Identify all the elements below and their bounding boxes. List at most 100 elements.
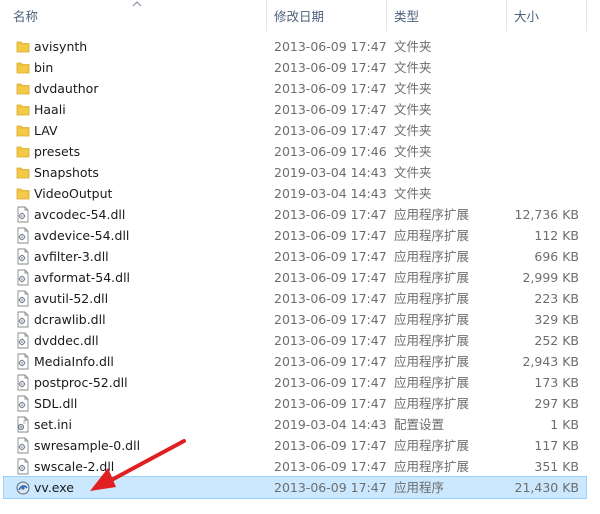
file-type: 文件夹 [394, 81, 432, 96]
file-name: dvdauthor [34, 81, 99, 96]
file-row[interactable]: set.ini 2019-03-04 14:43 配置设置 1 KB [0, 414, 590, 435]
dll-file-icon [16, 290, 30, 307]
file-size: 112 KB [534, 228, 579, 243]
file-size: 329 KB [534, 312, 579, 327]
file-name: swresample-0.dll [34, 438, 141, 453]
file-modified-date: 2013-06-09 17:47 [274, 102, 387, 117]
column-divider[interactable] [266, 0, 267, 31]
file-row[interactable]: postproc-52.dll 2013-06-09 17:47 应用程序扩展 173… [0, 372, 590, 393]
file-name: LAV [34, 123, 58, 138]
file-modified-date: 2013-06-09 17:47 [274, 270, 387, 285]
file-type: 应用程序扩展 [394, 312, 470, 327]
file-type: 文件夹 [394, 165, 432, 180]
file-modified-date: 2013-06-09 17:46 [274, 144, 387, 159]
column-divider[interactable] [506, 0, 507, 31]
file-row[interactable]: vv.exe 2013-06-09 17:47 应用程序 21,430 KB [3, 476, 587, 499]
file-row[interactable]: MediaInfo.dll 2013-06-09 17:47 应用程序扩展 2,943… [0, 351, 590, 372]
file-row[interactable]: swscale-2.dll 2013-06-09 17:47 应用程序扩展 351 K… [0, 456, 590, 477]
file-type: 应用程序扩展 [394, 375, 470, 390]
file-row[interactable]: SDL.dll 2013-06-09 17:47 应用程序扩展 297 KB [0, 393, 590, 414]
file-row[interactable]: VideoOutput 2019-03-04 14:43 文件夹 [0, 183, 590, 204]
file-size: 21,430 KB [514, 480, 579, 495]
file-modified-date: 2013-06-09 17:47 [274, 459, 387, 474]
file-row[interactable]: presets 2013-06-09 17:46 文件夹 [0, 141, 590, 162]
file-type: 应用程序扩展 [394, 270, 470, 285]
file-modified-date: 2013-06-09 17:47 [274, 123, 387, 138]
column-divider[interactable] [586, 0, 587, 31]
app-exe-icon [16, 479, 30, 496]
file-name: swscale-2.dll [34, 459, 115, 474]
file-row[interactable]: LAV 2013-06-09 17:47 文件夹 [0, 120, 590, 141]
file-size: 351 KB [534, 459, 579, 474]
sort-ascending-caret-icon [132, 1, 142, 7]
folder-icon [16, 101, 30, 118]
column-divider[interactable] [386, 0, 387, 31]
dll-file-icon [16, 395, 30, 412]
file-modified-date: 2019-03-04 14:43 [274, 165, 387, 180]
file-row[interactable]: Haali 2013-06-09 17:47 文件夹 [0, 99, 590, 120]
file-type: 应用程序扩展 [394, 438, 470, 453]
file-name: avutil-52.dll [34, 291, 109, 306]
file-modified-date: 2013-06-09 17:47 [274, 291, 387, 306]
file-name: Haali [34, 102, 66, 117]
settings-file-icon [16, 416, 30, 433]
file-name: SDL.dll [34, 396, 78, 411]
file-modified-date: 2013-06-09 17:47 [274, 396, 387, 411]
vertical-scrollbar[interactable] [590, 0, 600, 514]
file-size: 223 KB [534, 291, 579, 306]
file-type: 应用程序扩展 [394, 228, 470, 243]
file-row[interactable]: avcodec-54.dll 2013-06-09 17:47 应用程序扩展 12,7… [0, 204, 590, 225]
file-type: 应用程序扩展 [394, 333, 470, 348]
file-row[interactable]: avisynth 2013-06-09 17:47 文件夹 [0, 36, 590, 57]
column-header-name[interactable]: 名称 [13, 0, 38, 31]
file-name: dcrawlib.dll [34, 312, 106, 327]
file-modified-date: 2013-06-09 17:47 [274, 438, 387, 453]
file-modified-date: 2013-06-09 17:47 [274, 81, 387, 96]
file-type: 应用程序扩展 [394, 396, 470, 411]
folder-icon [16, 80, 30, 97]
file-row[interactable]: swresample-0.dll 2013-06-09 17:47 应用程序扩展 11… [0, 435, 590, 456]
dll-file-icon [16, 353, 30, 370]
file-row[interactable]: avformat-54.dll 2013-06-09 17:47 应用程序扩展 2,9… [0, 267, 590, 288]
file-row[interactable]: avdevice-54.dll 2013-06-09 17:47 应用程序扩展 112… [0, 225, 590, 246]
file-type: 文件夹 [394, 39, 432, 54]
file-name: set.ini [34, 417, 72, 432]
dll-file-icon [16, 458, 30, 475]
file-modified-date: 2013-06-09 17:47 [274, 228, 387, 243]
dll-file-icon [16, 248, 30, 265]
file-name: avdevice-54.dll [34, 228, 130, 243]
file-row[interactable]: dcrawlib.dll 2013-06-09 17:47 应用程序扩展 329 KB [0, 309, 590, 330]
file-row[interactable]: dvdauthor 2013-06-09 17:47 文件夹 [0, 78, 590, 99]
file-size: 12,736 KB [514, 207, 579, 222]
file-row[interactable]: Snapshots 2019-03-04 14:43 文件夹 [0, 162, 590, 183]
folder-icon [16, 143, 30, 160]
file-type: 配置设置 [394, 417, 445, 432]
file-name: dvddec.dll [34, 333, 99, 348]
file-name: avisynth [34, 39, 88, 54]
folder-icon [16, 164, 30, 181]
file-type: 文件夹 [394, 186, 432, 201]
file-size: 117 KB [534, 438, 579, 453]
column-header-type[interactable]: 类型 [394, 0, 419, 31]
file-modified-date: 2013-06-09 17:47 [274, 375, 387, 390]
file-type: 应用程序扩展 [394, 291, 470, 306]
column-header-size[interactable]: 大小 [514, 0, 539, 31]
folder-icon [16, 185, 30, 202]
file-row[interactable]: bin 2013-06-09 17:47 文件夹 [0, 57, 590, 78]
dll-file-icon [16, 311, 30, 328]
file-name: bin [34, 60, 54, 75]
file-name: presets [34, 144, 81, 159]
file-modified-date: 2013-06-09 17:47 [274, 249, 387, 264]
dll-file-icon [16, 332, 30, 349]
file-row[interactable]: avfilter-3.dll 2013-06-09 17:47 应用程序扩展 696 … [0, 246, 590, 267]
folder-icon [16, 59, 30, 76]
file-modified-date: 2013-06-09 17:47 [274, 354, 387, 369]
file-modified-date: 2013-06-09 17:47 [274, 333, 387, 348]
file-size: 2,999 KB [522, 270, 579, 285]
file-modified-date: 2019-03-04 14:43 [274, 186, 387, 201]
file-row[interactable]: dvddec.dll 2013-06-09 17:47 应用程序扩展 252 KB [0, 330, 590, 351]
column-header: 名称 修改日期 类型 大小 [0, 0, 600, 31]
file-row[interactable]: avutil-52.dll 2013-06-09 17:47 应用程序扩展 223 K… [0, 288, 590, 309]
file-modified-date: 2019-03-04 14:43 [274, 417, 387, 432]
column-header-date[interactable]: 修改日期 [274, 0, 324, 31]
